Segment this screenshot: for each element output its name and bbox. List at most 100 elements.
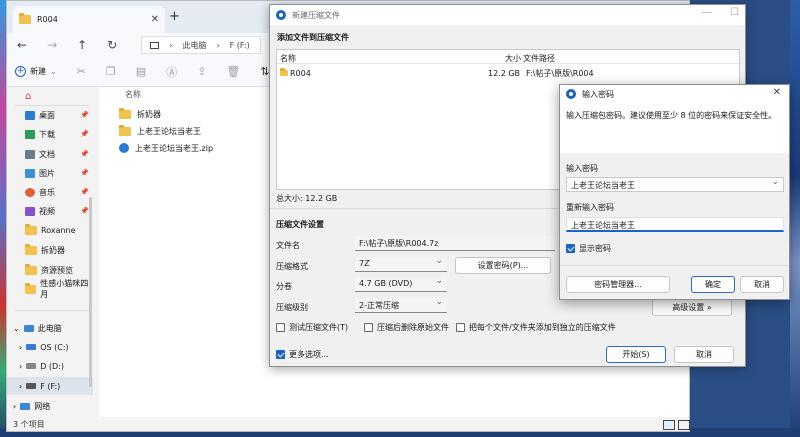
advanced-settings-button[interactable]: 高级设置 » xyxy=(652,299,732,316)
cancel-button[interactable]: 取消 xyxy=(740,276,784,293)
nav-item-downloads[interactable]: 下载 📌 xyxy=(7,125,93,143)
password-manager-button[interactable]: 密码管理器... xyxy=(566,276,670,293)
add-icon: + xyxy=(15,66,26,77)
delete-after-checkbox[interactable]: 压缩后删除原始文件 xyxy=(364,322,449,333)
collapse-chevron-icon: › xyxy=(19,381,23,391)
column-header-name[interactable]: 名称 xyxy=(125,89,141,100)
share-icon[interactable]: ⇪ xyxy=(197,65,206,78)
pin-icon: 📌 xyxy=(80,130,89,138)
nav-item-folder[interactable]: 资源预览 xyxy=(7,261,93,279)
nav-item-label: 视频 xyxy=(39,206,55,216)
settings-heading: 压缩文件设置 xyxy=(276,220,324,229)
drive-icon xyxy=(26,363,37,369)
password-input[interactable]: 上老王论坛当老王 xyxy=(566,177,784,192)
breadcrumb-drive[interactable]: F (F:) xyxy=(230,41,250,50)
nav-item-label: 图片 xyxy=(39,168,55,178)
nav-item-documents[interactable]: 文档 📌 xyxy=(7,145,93,163)
nav-item-label: D (D:) xyxy=(40,361,65,371)
new-button[interactable]: + 新建 ⌄ xyxy=(15,66,57,77)
total-size: 总大小: 12.2 GB xyxy=(276,194,338,203)
drive-icon xyxy=(26,344,37,350)
maximize-icon[interactable]: ☐ xyxy=(730,7,739,18)
file-name: 拆奶器 xyxy=(137,109,161,119)
document-icon xyxy=(25,149,35,159)
nav-item-videos[interactable]: 视频 📌 xyxy=(7,202,93,220)
download-icon xyxy=(25,129,35,139)
reenter-password-label: 重新输入密码 xyxy=(566,203,614,212)
tiles-view-icon[interactable] xyxy=(678,420,690,430)
navigation-scrollbar[interactable] xyxy=(89,197,92,387)
checkbox-box xyxy=(566,244,575,253)
paste-icon[interactable]: ▤ xyxy=(136,65,146,78)
filename-label: 文件名 xyxy=(276,241,300,250)
desktop-background-right xyxy=(790,0,800,437)
cut-icon[interactable]: ✂ xyxy=(77,65,86,78)
nav-item-label: 资源预览 xyxy=(41,265,73,275)
nav-item-label: 下载 xyxy=(39,129,55,139)
copy-icon[interactable]: ❐ xyxy=(106,65,116,78)
nav-item-folder[interactable]: Roxanne xyxy=(7,221,93,239)
pin-icon: 📌 xyxy=(80,111,89,119)
nav-item-network[interactable]: › 网络 xyxy=(7,397,93,415)
refresh-icon[interactable]: ↻ xyxy=(107,38,117,52)
reenter-password-input[interactable]: 上老王论坛当老王 xyxy=(566,217,784,232)
nav-item-desktop[interactable]: 桌面 📌 xyxy=(7,106,93,124)
nav-separator xyxy=(15,310,89,311)
nav-item-folder[interactable]: 拆奶器 xyxy=(7,241,93,259)
back-icon[interactable]: ← xyxy=(17,38,27,52)
nav-item-drive-f[interactable]: › F (F:) xyxy=(7,377,93,395)
nav-item-label: 音乐 xyxy=(39,187,55,197)
delete-icon[interactable]: 🗑 xyxy=(226,65,240,78)
nav-item-pictures[interactable]: 图片 📌 xyxy=(7,164,93,182)
list-item[interactable]: 上老王论坛当老王.zip xyxy=(119,140,213,156)
nav-item-label: Roxanne xyxy=(41,225,76,235)
details-view-icon[interactable] xyxy=(663,420,675,430)
nav-item-home[interactable]: ⌂ xyxy=(7,87,93,105)
separate-archives-checkbox[interactable]: 把每个文件/文件夹添加到独立的压缩文件 xyxy=(456,322,616,333)
network-icon xyxy=(20,402,31,410)
tab-title: R004 xyxy=(37,15,58,24)
level-select[interactable]: 2-正常压缩 xyxy=(355,297,447,313)
rename-icon[interactable]: Ⓐ xyxy=(166,64,177,80)
show-password-checkbox[interactable]: 显示密码 xyxy=(566,243,611,254)
nav-item-music[interactable]: 音乐 📌 xyxy=(7,183,93,201)
password-dialog-title: 输入密码 xyxy=(582,89,614,99)
nav-item-drive-d[interactable]: › D (D:) xyxy=(7,357,93,375)
test-archive-checkbox[interactable]: 测试压缩文件(T) xyxy=(276,322,348,333)
filename-input[interactable]: F:\帖子\原版\R004.7z xyxy=(355,236,555,251)
forward-icon[interactable]: → xyxy=(47,38,57,52)
more-options-checkbox[interactable]: 更多选项... xyxy=(276,349,329,360)
list-item[interactable]: 拆奶器 xyxy=(119,106,161,122)
nav-item-folder[interactable]: 性感小猫咪四月 xyxy=(7,279,93,299)
password-hint: 输入压缩包密码。建议使用至少 8 位的密码来保证安全性。 xyxy=(566,111,777,120)
pin-icon: 📌 xyxy=(80,207,89,215)
home-icon: ⌂ xyxy=(25,90,32,102)
folder-icon xyxy=(119,124,131,136)
file-name: 上老王论坛当老王.zip xyxy=(135,143,214,153)
dialog-titlebar: 新建压缩文件 — ☐ xyxy=(270,5,745,25)
ok-button[interactable]: 确定 xyxy=(691,276,735,293)
format-select[interactable]: 7Z xyxy=(355,256,447,272)
header-divider xyxy=(277,63,739,64)
nav-item-this-pc[interactable]: ⌄ 此电脑 xyxy=(7,319,93,337)
table-row[interactable]: R004 12.2 GB F:\帖子\原版\R004 xyxy=(280,67,738,79)
pin-icon: 📌 xyxy=(80,188,89,196)
breadcrumb-this-pc[interactable]: 此电脑 xyxy=(182,40,206,51)
file-name: 上老王论坛当老王 xyxy=(137,126,201,136)
nav-item-label: 网络 xyxy=(34,401,51,411)
close-icon[interactable]: ✕ xyxy=(773,87,781,98)
explorer-tab[interactable]: R004 ✕ xyxy=(13,6,165,33)
set-password-button[interactable]: 设置密码(P)... xyxy=(455,257,551,274)
nav-item-drive-c[interactable]: › OS (C:) xyxy=(7,338,93,356)
minimize-icon[interactable]: — xyxy=(702,7,712,18)
cancel-button[interactable]: 取消 xyxy=(674,346,734,363)
up-icon[interactable]: ↑ xyxy=(77,38,87,52)
breadcrumb[interactable]: › 此电脑 › F (F:) xyxy=(141,36,262,54)
new-tab-icon[interactable]: + xyxy=(169,9,180,24)
start-button[interactable]: 开始(S) xyxy=(606,346,666,363)
list-item[interactable]: 上老王论坛当老王 xyxy=(119,123,201,139)
status-bar: 3 个项目 xyxy=(7,417,690,432)
volume-select[interactable]: 4.7 GB (DVD) xyxy=(355,276,447,292)
close-tab-icon[interactable]: ✕ xyxy=(151,14,159,25)
folder-icon xyxy=(25,243,37,255)
